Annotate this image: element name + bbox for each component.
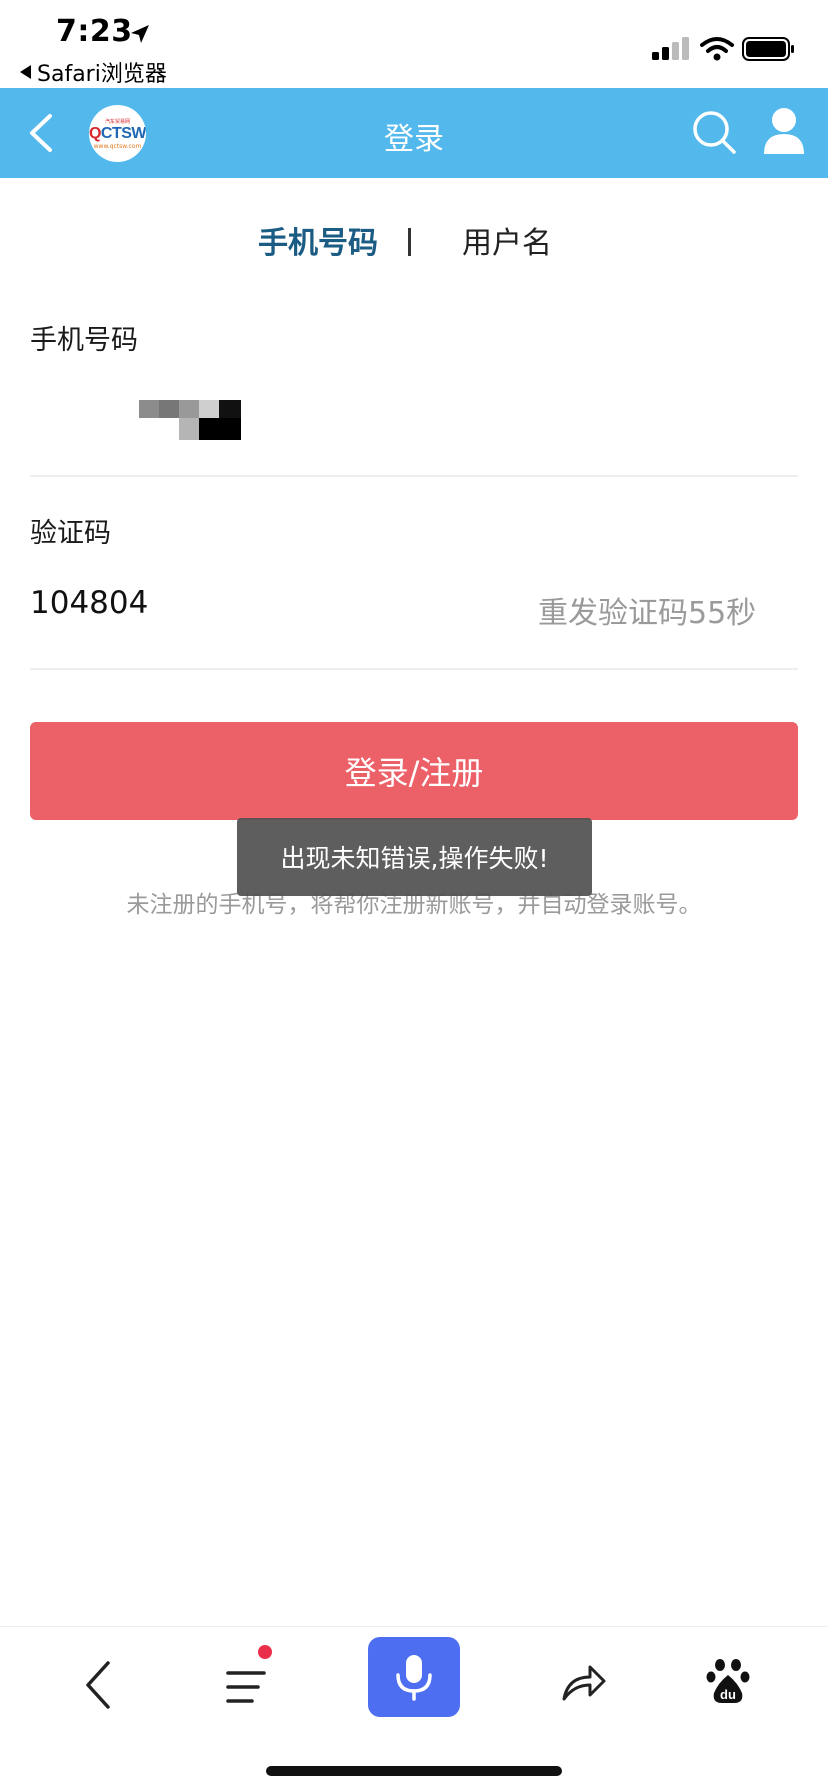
share-icon[interactable]	[560, 1659, 608, 1707]
site-logo[interactable]: 汽车贸易网 QCTSW www.qctsw.com	[89, 105, 146, 162]
phone-input-redacted[interactable]	[139, 400, 241, 440]
status-time: 7:23	[56, 14, 133, 49]
menu-icon[interactable]	[224, 1663, 274, 1713]
code-input[interactable]	[30, 585, 410, 621]
back-to-app[interactable]: Safari浏览器	[20, 56, 167, 88]
back-triangle-icon	[20, 65, 31, 79]
toolbar-back-icon[interactable]	[80, 1655, 116, 1715]
error-toast: 出现未知错误,操作失败!	[237, 818, 592, 896]
logo-main-text: QCTSW	[89, 124, 146, 142]
battery-icon	[742, 37, 794, 61]
divider	[30, 668, 798, 670]
back-app-label: Safari浏览器	[37, 62, 167, 87]
baidu-paw-icon[interactable]: du	[706, 1657, 750, 1705]
user-icon[interactable]	[760, 106, 808, 156]
tab-phone[interactable]: 手机号码	[258, 218, 378, 262]
microphone-icon	[396, 1655, 432, 1701]
notification-dot	[258, 1645, 272, 1659]
logo-top-text: 汽车贸易网	[104, 118, 130, 125]
status-bar: 7:23 Safari浏览器	[0, 0, 828, 88]
login-tabs: 手机号码 用户名	[0, 218, 828, 268]
location-arrow-icon	[131, 25, 149, 43]
phone-label: 手机号码	[30, 325, 138, 356]
cellular-signal-icon	[652, 37, 689, 60]
tab-divider	[408, 228, 411, 256]
svg-text:du: du	[720, 1687, 736, 1702]
tab-username[interactable]: 用户名	[462, 218, 552, 262]
voice-search-button[interactable]	[368, 1637, 460, 1717]
resend-code-button[interactable]: 重发验证码55秒	[538, 588, 756, 632]
code-label: 验证码	[30, 518, 111, 549]
logo-sub-text: www.qctsw.com	[93, 142, 142, 150]
divider	[30, 475, 798, 477]
search-icon[interactable]	[690, 108, 738, 156]
back-arrow-icon[interactable]	[22, 108, 62, 158]
wifi-icon	[700, 37, 734, 61]
nav-header: 汽车贸易网 QCTSW www.qctsw.com 登录	[0, 88, 828, 178]
login-register-button[interactable]: 登录/注册	[30, 722, 798, 820]
home-indicator	[266, 1766, 562, 1776]
